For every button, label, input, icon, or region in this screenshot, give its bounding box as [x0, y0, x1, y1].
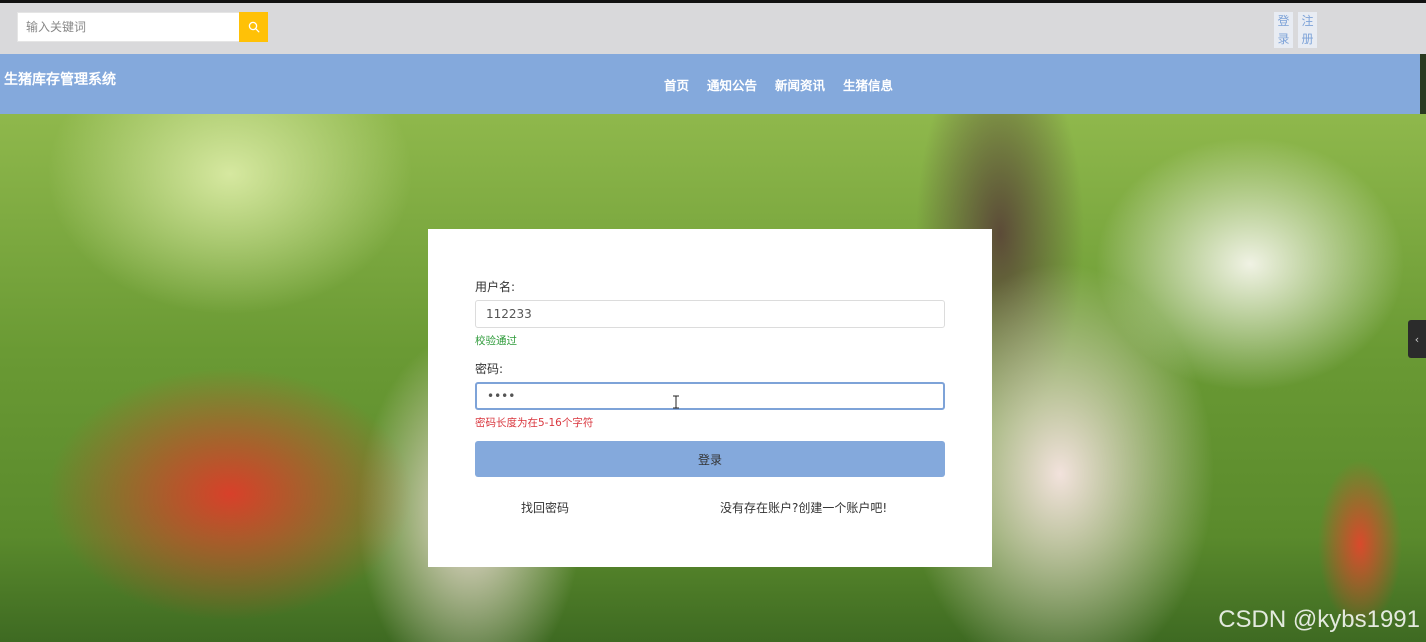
login-submit-button[interactable]: 登录 — [475, 441, 945, 477]
auth-links: 登录 注册 — [1274, 12, 1317, 48]
forgot-password-link[interactable]: 找回密码 — [521, 499, 569, 516]
nav-item-pig-info[interactable]: 生猪信息 — [843, 75, 893, 94]
password-label: 密码: — [475, 362, 504, 376]
username-field[interactable] — [475, 300, 945, 328]
watermark: CSDN @kybs1991 — [1218, 606, 1420, 633]
username-label: 用户名: — [475, 280, 516, 294]
search-icon — [248, 21, 259, 33]
side-panel-toggle[interactable]: ‹ — [1408, 320, 1426, 358]
text-cursor-icon — [673, 395, 679, 409]
login-link[interactable]: 登录 — [1274, 12, 1293, 48]
nav-item-news[interactable]: 新闻资讯 — [775, 75, 825, 94]
password-field[interactable] — [475, 382, 945, 410]
search-bar — [17, 12, 268, 42]
nav-item-home[interactable]: 首页 — [664, 75, 689, 94]
chevron-left-icon: ‹ — [1414, 332, 1420, 346]
username-validation-ok: 校验通过 — [475, 335, 517, 347]
nav-menu: 首页 通知公告 新闻资讯 生猪信息 — [664, 75, 893, 94]
site-title: 生猪库存管理系统 — [4, 72, 116, 88]
login-card: 用户名: 校验通过 密码: 密码长度为在5-16个字符 登录 找回密码 没有存在… — [428, 229, 992, 567]
main-navbar: 生猪库存管理系统 首页 通知公告 新闻资讯 生猪信息 — [0, 54, 1420, 114]
search-input[interactable] — [17, 12, 239, 42]
nav-item-announcements[interactable]: 通知公告 — [707, 75, 757, 94]
search-button[interactable] — [239, 12, 268, 42]
create-account-link[interactable]: 没有存在账户?创建一个账户吧! — [720, 499, 887, 516]
top-bar: 登录 注册 — [0, 0, 1426, 54]
password-validation-error: 密码长度为在5-16个字符 — [475, 417, 594, 429]
register-link[interactable]: 注册 — [1298, 12, 1317, 48]
